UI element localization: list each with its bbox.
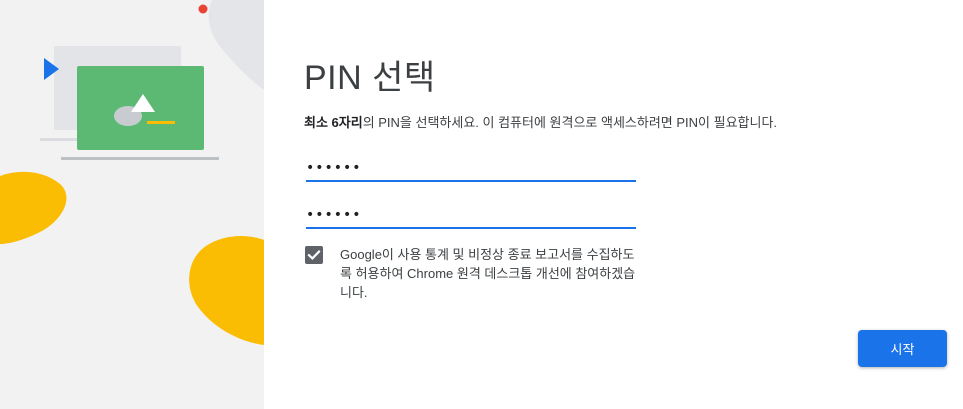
- remote-desktop-illustration: [0, 0, 264, 345]
- pin-input[interactable]: [306, 158, 636, 182]
- pin-length-requirement: 최소 6자리: [304, 115, 363, 130]
- pin-setup-content: PIN 선택 최소 6자리의 PIN을 선택하세요. 이 컴퓨터에 원격으로 액…: [264, 0, 963, 409]
- pin-instructions: 최소 6자리의 PIN을 선택하세요. 이 컴퓨터에 원격으로 액세스하려면 P…: [304, 112, 777, 131]
- page-title: PIN 선택: [304, 59, 436, 97]
- illustration-panel: [0, 0, 264, 409]
- pin-confirm-input[interactable]: [306, 205, 636, 229]
- consent-checkbox[interactable]: [305, 246, 323, 264]
- checkmark-icon: [307, 250, 321, 260]
- pin-instructions-text: 의 PIN을 선택하세요. 이 컴퓨터에 원격으로 액세스하려면 PIN이 필요…: [362, 115, 778, 130]
- consent-label: Google이 사용 통계 및 비정상 종료 보고서를 수집하도록 허용하여 C…: [340, 247, 636, 300]
- start-button[interactable]: 시작: [858, 330, 947, 367]
